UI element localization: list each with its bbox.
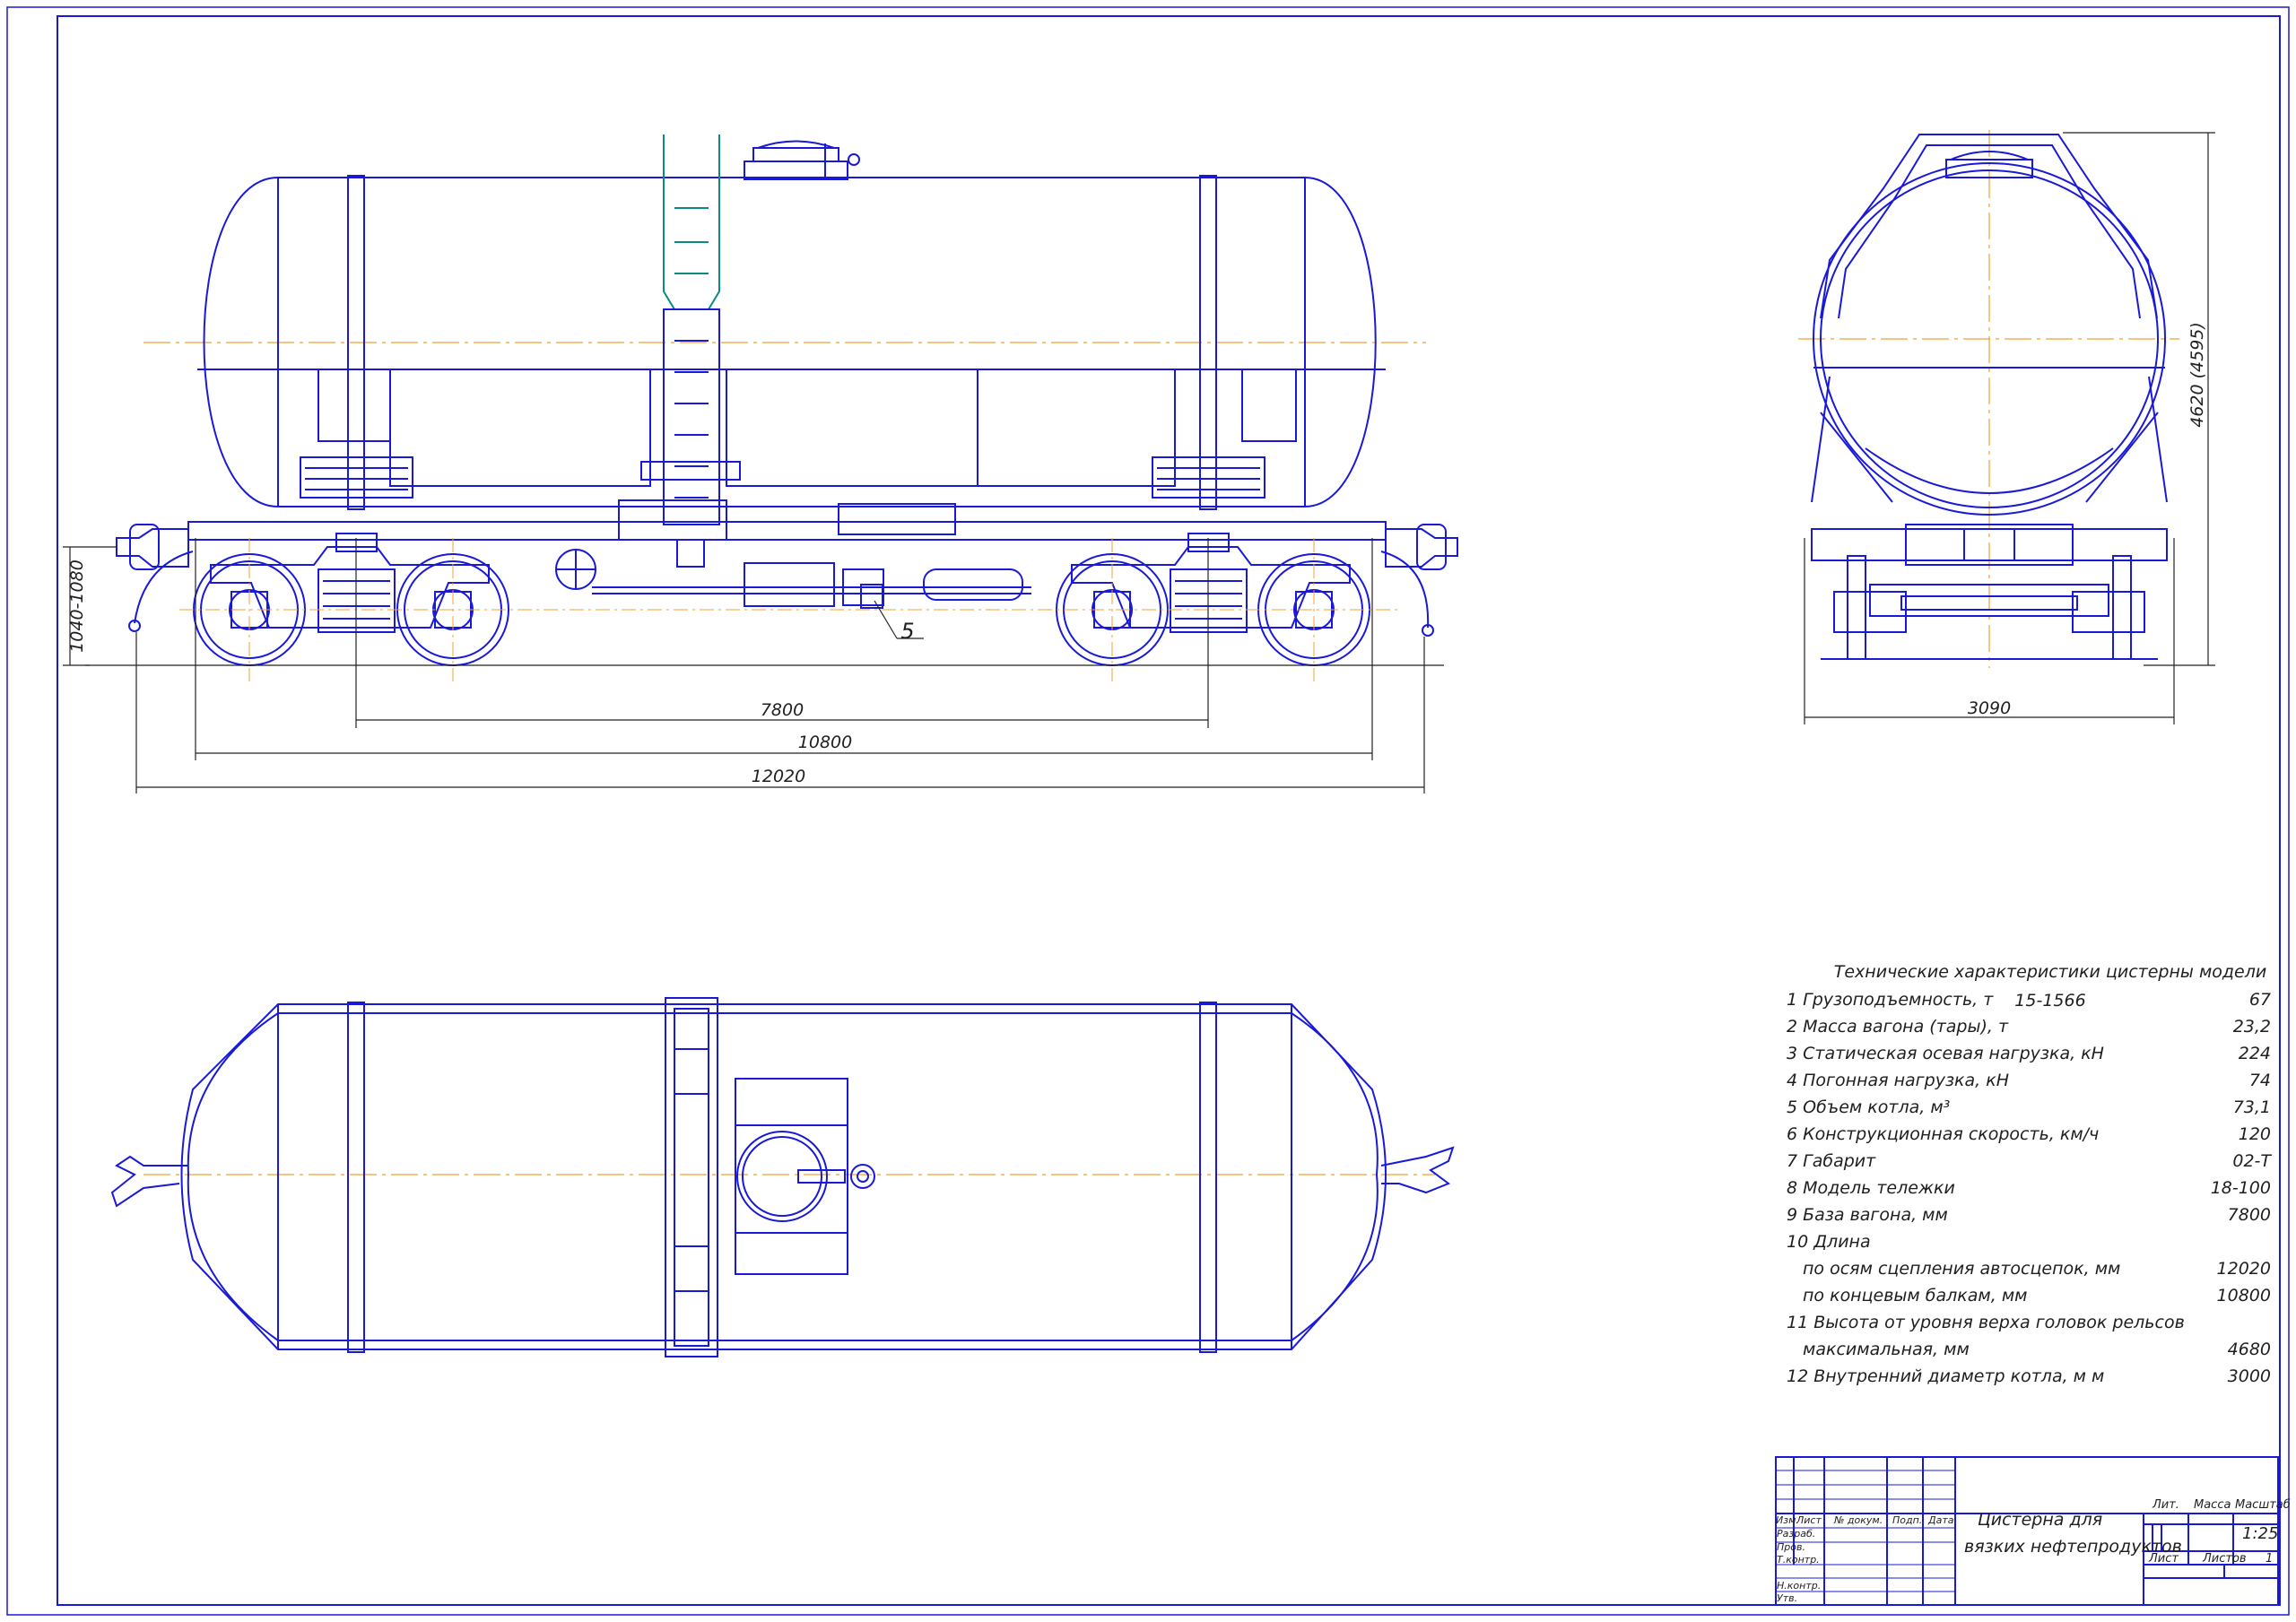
spec-row: по концевым балкам, мм 10800 — [1787, 1282, 2278, 1309]
spec-label: 11 Высота от уровня верха головок рельсо… — [1787, 1313, 2185, 1332]
spec-label: 4 Погонная нагрузка, кН — [1787, 1071, 2010, 1090]
dim-frame-length: 10800 — [798, 733, 852, 752]
spec-label: 12 Внутренний диаметр котла, м м — [1787, 1366, 2105, 1386]
spec-table: Технические характеристики цистерны моде… — [1787, 958, 2278, 1390]
spec-row: 10 Длина — [1787, 1228, 2278, 1255]
spec-row: 3 Статическая осевая нагрузка, кН 224 — [1787, 1040, 2278, 1067]
spec-value: 224 — [2238, 1044, 2271, 1063]
spec-row: 6 Конструкционная скорость, км/ч 120 — [1787, 1121, 2278, 1148]
spec-label: по концевым балкам, мм — [1803, 1286, 2028, 1305]
tb-sheets: Листов — [2203, 1552, 2247, 1566]
tb-col-doc: № докум. — [1834, 1514, 1883, 1526]
spec-row: 2 Масса вагона (тары), т 23,2 — [1787, 1013, 2278, 1040]
tb-lit: Лит. — [2152, 1498, 2179, 1512]
spec-value: 73,1 — [2232, 1097, 2271, 1117]
tb-row-tkontr: Т.контр. — [1777, 1554, 1820, 1566]
spec-value: 23,2 — [2232, 1017, 2271, 1037]
callout-number: 5 — [900, 619, 914, 644]
dim-base: 7800 — [761, 700, 804, 720]
spec-row: 9 База вагона, мм 7800 — [1787, 1201, 2278, 1228]
spec-row: 5 Объем котла, м³ 73,1 — [1787, 1094, 2278, 1121]
spec-row: 7 Габарит 02-Т — [1787, 1148, 2278, 1175]
spec-row: максимальная, мм 4680 — [1787, 1336, 2278, 1363]
tb-row-razrab: Разраб. — [1777, 1528, 1816, 1540]
tb-col-date: Дата — [1928, 1514, 1954, 1526]
spec-row: 4 Погонная нагрузка, кН 74 — [1787, 1067, 2278, 1094]
tb-sheets-value: 1 — [2266, 1552, 2274, 1566]
title-block — [1775, 1456, 2279, 1606]
tb-row-nkontr: Н.контр. — [1777, 1580, 1822, 1592]
bogie-right — [1056, 533, 1370, 666]
spec-value: 74 — [2248, 1071, 2271, 1090]
spec-value: 10800 — [2216, 1286, 2271, 1305]
bogie-left — [193, 533, 509, 666]
tb-row-prov: Пров. — [1777, 1541, 1805, 1553]
spec-value: 7800 — [2227, 1205, 2271, 1225]
end-view — [1798, 130, 2179, 668]
spec-value: 02-Т — [2232, 1151, 2271, 1171]
spec-label: по осям сцепления автосцепок, мм — [1803, 1259, 2121, 1279]
spec-label: 9 База вагона, мм — [1787, 1205, 1948, 1225]
spec-label: 6 Конструкционная скорость, км/ч — [1787, 1124, 2100, 1144]
spec-value: 120 — [2238, 1124, 2271, 1144]
tb-massa: Масса — [2194, 1498, 2231, 1512]
spec-label: 3 Статическая осевая нагрузка, кН — [1787, 1044, 2104, 1063]
tb-col-izm: Изм. — [1776, 1514, 1799, 1526]
spec-label: 10 Длина — [1787, 1232, 1871, 1252]
tb-masshtab: Масштаб — [2235, 1498, 2291, 1512]
dim-coupler-height: 1040-1080 — [67, 559, 87, 653]
spec-label: 2 Масса вагона (тары), т — [1787, 1017, 2009, 1037]
tb-col-sign: Подп. — [1892, 1514, 1923, 1526]
spec-value: 67 — [2248, 990, 2271, 1010]
tb-name-line1: Цистерна для — [1978, 1510, 2103, 1530]
spec-label: 1 Грузоподъемность, т — [1787, 990, 1994, 1010]
tb-sheet: Лист — [2149, 1552, 2179, 1566]
spec-label: 7 Габарит — [1787, 1151, 1876, 1171]
top-view — [110, 997, 1455, 1357]
dim-height: 4620 (4595) — [2187, 322, 2207, 428]
spec-label: 5 Объем котла, м³ — [1787, 1097, 1951, 1117]
spec-row: 11 Высота от уровня верха головок рельсо… — [1787, 1309, 2278, 1336]
spec-row: по осям сцепления автосцепок, мм 12020 — [1787, 1255, 2278, 1282]
spec-row: 8 Модель тележки 18-100 — [1787, 1175, 2278, 1201]
spec-value — [2271, 1309, 2278, 1336]
spec-value — [2271, 1228, 2278, 1255]
spec-value: 3000 — [2227, 1366, 2271, 1386]
tb-scale-value: 1:25 — [2242, 1524, 2279, 1543]
spec-row: 12 Внутренний диаметр котла, м м 3000 — [1787, 1363, 2278, 1390]
dim-width: 3090 — [1968, 698, 2011, 718]
spec-label: 8 Модель тележки — [1787, 1178, 1955, 1198]
spec-value: 4680 — [2227, 1340, 2271, 1359]
tb-row-utv: Утв. — [1777, 1592, 1798, 1604]
tb-col-list: Лист — [1796, 1514, 1822, 1526]
spec-value: 18-100 — [2210, 1178, 2271, 1198]
spec-value: 12020 — [2216, 1259, 2271, 1279]
side-view — [85, 134, 1458, 681]
spec-label: максимальная, мм — [1803, 1340, 1970, 1359]
dim-coupler-length: 12020 — [752, 767, 805, 786]
spec-title: Технические характеристики цистерны моде… — [1833, 962, 2267, 1010]
